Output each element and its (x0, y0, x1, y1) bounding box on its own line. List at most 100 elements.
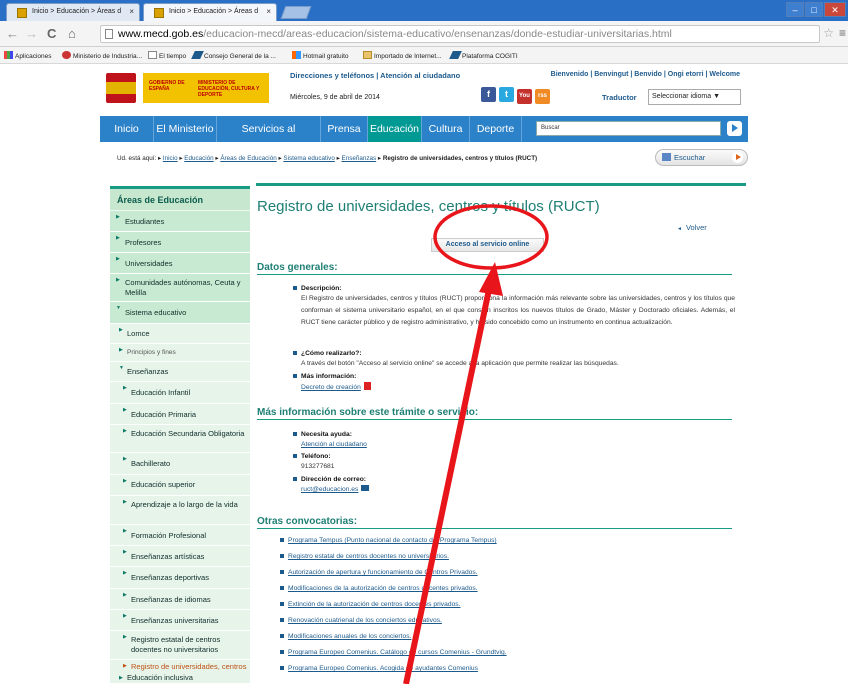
bullet-icon (293, 477, 297, 481)
sidebar-title: Áreas de Educación (110, 186, 250, 210)
list-item: Registro estatal de centros docentes no … (280, 552, 728, 561)
nav-ministerio[interactable]: El Ministerio (154, 116, 217, 142)
address-bar[interactable]: www.mecd.gob.es/educacion-mecd/areas-edu… (100, 25, 820, 43)
sidebar-item-deportivas[interactable]: Enseñanzas deportivas (110, 567, 250, 589)
sidebar-item-registro-estatal[interactable]: Registro estatal de centros docentes no … (110, 631, 250, 660)
browser-tab-1[interactable]: Inicio > Educación > Áreas d × (6, 3, 140, 21)
government-logo[interactable]: GOBIERNO DE ESPAÑA MINISTERIO DE EDUCACI… (103, 71, 272, 105)
bookmark-star-icon[interactable]: ☆ (823, 26, 834, 40)
home-icon[interactable]: ⌂ (68, 26, 76, 41)
bookmark-importado[interactable]: Importado de Internet... (363, 51, 442, 60)
back-arrow-icon[interactable]: ← (6, 26, 19, 41)
sidebar-item-infantil[interactable]: Educación Infantil (110, 382, 250, 404)
decree-link[interactable]: Decreto de creación (301, 384, 361, 391)
browser-tab-2[interactable]: Inicio > Educación > Áreas d × (143, 3, 277, 21)
bookmark-tiempo[interactable]: El tiempo (148, 51, 186, 60)
sidebar-item-ensenanzas[interactable]: Enseñanzas (110, 362, 250, 382)
breadcrumb-link[interactable]: Enseñanzas (342, 155, 377, 162)
bullet-icon (280, 666, 284, 670)
language-links[interactable]: Bienvenido | Benvingut | Benvido | Ongi … (551, 71, 740, 78)
section-mas-informacion: Más información sobre este trámite o ser… (257, 407, 732, 420)
breadcrumb-link[interactable]: Educación (184, 155, 213, 162)
minimize-button[interactable]: – (786, 2, 804, 17)
sidebar-item-primaria[interactable]: Educación Primaria (110, 404, 250, 425)
breadcrumb-link[interactable]: Áreas de Educación (220, 155, 276, 162)
new-tab-button[interactable] (280, 6, 312, 19)
tab-close-icon[interactable]: × (266, 7, 271, 16)
top-links[interactable]: Direcciones y teléfonos | Atención al ci… (290, 71, 460, 80)
language-select[interactable]: Seleccionar idioma ▼ (648, 89, 741, 105)
sidebar-item-principios[interactable]: Principios y fines (110, 344, 250, 362)
apps-grid-icon (4, 51, 13, 59)
list-item: Autorización de apertura y funcionamient… (280, 568, 728, 577)
url-path: /educacion-mecd/areas-educacion/sistema-… (203, 28, 672, 40)
sidebar-item-lomce[interactable]: Lomce (110, 324, 250, 344)
list-item: Modificaciones de la autorización de cen… (280, 584, 728, 593)
bookmark-hotmail[interactable]: Hotmail gratuito (292, 51, 349, 60)
email-link[interactable]: ruct@educacion.es (301, 486, 358, 493)
sidebar-item-artisticas[interactable]: Enseñanzas artísticas (110, 546, 250, 567)
access-online-button[interactable]: Acceso al servicio online (431, 238, 544, 252)
mail-icon (361, 485, 370, 491)
section-otras-convocatorias: Otras convocatorias: (257, 516, 732, 529)
nav-deporte[interactable]: Deporte (470, 116, 522, 142)
search-go-button[interactable] (727, 121, 742, 136)
rss-icon[interactable]: rss (535, 89, 550, 104)
translator-label: Traductor (602, 93, 637, 102)
site-favicon-icon (154, 8, 164, 18)
sidebar-item-superior[interactable]: Educación superior (110, 475, 250, 496)
how-text: A través del botón "Acceso al servicio o… (301, 360, 619, 367)
site-favicon-icon (17, 8, 27, 18)
sidebar-item-secundaria[interactable]: Educación Secundaria Obligatoria (110, 425, 250, 453)
how-label: ¿Cómo realizarlo?: (293, 349, 362, 358)
tab-close-icon[interactable]: × (129, 7, 134, 16)
bookmarks-bar: Aplicaciones Ministerio de Industria... … (0, 47, 848, 64)
tab-title: Inicio > Educación > Áreas d (169, 8, 259, 15)
breadcrumb-link[interactable]: Inicio (163, 155, 178, 162)
nav-inicio[interactable]: Inicio (100, 116, 154, 142)
sidebar-item-bachillerato[interactable]: Bachillerato (110, 453, 250, 475)
phone-label: Teléfono: (293, 452, 331, 461)
sidebar-item-idiomas[interactable]: Enseñanzas de idiomas (110, 589, 250, 610)
nav-educacion[interactable]: Educación (368, 116, 422, 142)
bullet-icon (293, 432, 297, 436)
forward-arrow-icon[interactable]: → (25, 26, 38, 41)
section-datos-generales: Datos generales: (257, 262, 732, 275)
bookmark-consejo[interactable]: Consejo General de la ... (191, 51, 276, 60)
back-link[interactable]: Volver (677, 223, 707, 232)
nav-prensa[interactable]: Prensa (321, 116, 368, 142)
bookmark-ministerio[interactable]: Ministerio de Industria... (62, 51, 142, 60)
nav-cultura[interactable]: Cultura (422, 116, 470, 142)
listen-button[interactable]: Escuchar (655, 149, 748, 166)
breadcrumb-link[interactable]: Sistema educativo (283, 155, 334, 162)
sidebar-item-inclusiva[interactable]: Educación inclusiva (110, 672, 250, 684)
maximize-button[interactable]: □ (805, 2, 823, 17)
sidebar-item-profesores[interactable]: Profesores (110, 232, 250, 253)
twitter-icon[interactable]: t (499, 87, 514, 102)
facebook-icon[interactable]: f (481, 87, 496, 102)
sidebar-item-sistema-educativo[interactable]: Sistema educativo (110, 302, 250, 324)
bookmark-apps[interactable]: Aplicaciones (4, 51, 52, 60)
email-row: ruct@educacion.es (301, 485, 370, 494)
sidebar-item-fp[interactable]: Formación Profesional (110, 525, 250, 546)
sidebar-item-comunidades[interactable]: Comunidades autónomas, Ceuta y Melilla (110, 274, 250, 302)
nav-servicios[interactable]: Servicios al ciudadano (217, 116, 321, 161)
sidebar: Áreas de Educación Estudiantes Profesore… (110, 186, 250, 684)
close-window-button[interactable]: ✕ (824, 2, 846, 17)
list-item: Modificaciones anuales de los conciertos… (280, 632, 728, 641)
main-content: Registro de universidades, centros y tít… (256, 183, 746, 684)
sidebar-item-universitarias[interactable]: Enseñanzas universitarias (110, 610, 250, 631)
bullet-icon (280, 538, 284, 542)
folder-icon (363, 51, 372, 59)
browser-menu-icon[interactable]: ≡ (839, 26, 846, 40)
reload-icon[interactable]: C (47, 26, 56, 41)
sidebar-item-aprendizaje[interactable]: Aprendizaje a lo largo de la vida (110, 496, 250, 525)
sidebar-item-universidades[interactable]: Universidades (110, 253, 250, 274)
search-input[interactable]: Buscar (536, 121, 721, 136)
sidebar-item-estudiantes[interactable]: Estudiantes (110, 211, 250, 232)
description-text: El Registro de universidades, centros y … (301, 295, 735, 326)
bookmark-cogiti[interactable]: Plataforma COGITI (449, 51, 518, 60)
youtube-icon[interactable]: You (517, 89, 532, 104)
list-item: Programa Europeo Comenius. Catálogo de c… (280, 648, 728, 657)
breadcrumb-current: Registro de universidades, centros y tít… (382, 155, 538, 162)
